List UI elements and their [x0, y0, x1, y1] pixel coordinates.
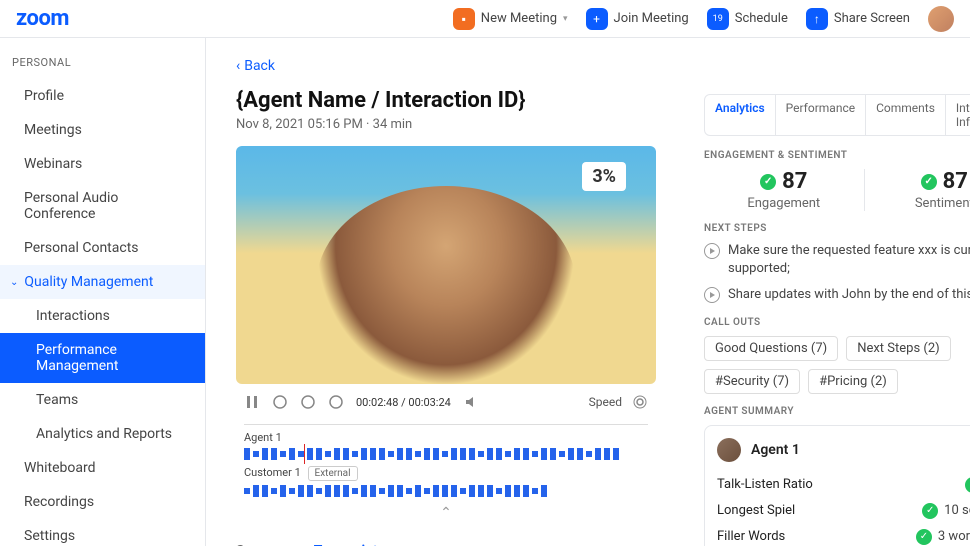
- check-icon: ✓: [921, 174, 937, 190]
- sidebar-item-profile[interactable]: Profile: [0, 79, 205, 113]
- metric-value: 3 words/min: [938, 529, 970, 544]
- check-icon: ✓: [916, 529, 932, 545]
- engagement-score: 87: [782, 169, 807, 194]
- plus-icon: +: [586, 8, 608, 30]
- gear-icon[interactable]: [632, 394, 648, 410]
- check-icon: ✓: [922, 503, 938, 519]
- tab-summary[interactable]: Summary: [236, 533, 296, 546]
- rtab-analytics[interactable]: Analytics: [705, 95, 776, 135]
- sidebar-item-contacts[interactable]: Personal Contacts: [0, 231, 205, 265]
- share-icon: ↑: [806, 8, 828, 30]
- waveform-customer[interactable]: [244, 483, 648, 499]
- metric-label: Longest Spiel: [717, 503, 795, 518]
- sidebar-section-label: PERSONAL: [0, 56, 205, 79]
- rtab-comments[interactable]: Comments: [866, 95, 946, 135]
- user-avatar[interactable]: [928, 6, 954, 32]
- agent-name: Agent 1: [751, 442, 800, 458]
- play-icon: [704, 287, 720, 303]
- agent-summary-header: AGENT SUMMARY: [704, 406, 970, 417]
- collapse-icon[interactable]: ⌃: [236, 501, 656, 525]
- external-badge: External: [308, 466, 358, 481]
- chevron-down-icon: ▾: [563, 14, 568, 24]
- sidebar-item-settings[interactable]: Settings: [0, 519, 205, 546]
- page-title: {Agent Name / Interaction ID}: [236, 88, 656, 113]
- playhead[interactable]: [304, 444, 305, 464]
- callout-tag[interactable]: Good Questions (7): [704, 336, 838, 361]
- sidebar: PERSONAL Profile Meetings Webinars Perso…: [0, 38, 206, 546]
- callouts-header: CALL OUTS: [704, 317, 970, 328]
- rewind-15-icon[interactable]: [272, 394, 288, 410]
- sidebar-item-interactions[interactable]: Interactions: [0, 299, 205, 333]
- callout-tag[interactable]: Next Steps (2): [846, 336, 950, 361]
- video-icon: ▪: [453, 8, 475, 30]
- share-screen-button[interactable]: ↑ Share Screen: [806, 8, 910, 30]
- engagement-header: ENGAGEMENT & SENTIMENT: [704, 150, 970, 161]
- metric-label: Talk-Listen Ratio: [717, 477, 813, 492]
- sidebar-item-analytics-reports[interactable]: Analytics and Reports: [0, 417, 205, 451]
- tab-transcript[interactable]: Transcript: [314, 533, 378, 546]
- sentiment-score: 87: [943, 169, 968, 194]
- metric-label: Filler Words: [717, 529, 785, 544]
- zoom-logo: zoom: [16, 6, 69, 31]
- speed-button[interactable]: Speed: [589, 395, 622, 409]
- next-steps-header: NEXT STEPS: [704, 223, 970, 234]
- sidebar-item-whiteboard[interactable]: Whiteboard: [0, 451, 205, 485]
- track-agent-label: Agent 1: [244, 431, 648, 444]
- track-customer-label: Customer 1 External: [244, 466, 648, 481]
- sidebar-item-meetings[interactable]: Meetings: [0, 113, 205, 147]
- back-button[interactable]: ‹ Back: [236, 58, 940, 74]
- check-icon: ✓: [760, 174, 776, 190]
- loop-icon[interactable]: [328, 394, 344, 410]
- rtab-interaction-info[interactable]: Interaction Info: [946, 95, 970, 135]
- sidebar-item-teams[interactable]: Teams: [0, 383, 205, 417]
- engagement-label: Engagement: [704, 196, 864, 211]
- calendar-icon: 19: [707, 8, 729, 30]
- callout-tag[interactable]: #Pricing (2): [808, 369, 898, 394]
- join-meeting-button[interactable]: + Join Meeting: [586, 8, 689, 30]
- video-player[interactable]: 3%: [236, 146, 656, 384]
- check-icon: ✓: [965, 477, 970, 493]
- pause-icon[interactable]: [244, 394, 260, 410]
- volume-icon[interactable]: [463, 394, 479, 410]
- rtab-performance[interactable]: Performance: [776, 95, 866, 135]
- sentiment-label: Sentiment: [865, 196, 970, 211]
- waveform-agent[interactable]: [244, 446, 648, 462]
- playback-time: 00:02:48 / 00:03:24: [356, 396, 451, 409]
- chevron-left-icon: ‹: [236, 58, 240, 74]
- forward-15-icon[interactable]: [300, 394, 316, 410]
- agent-avatar: [717, 438, 741, 462]
- sidebar-item-quality-mgmt[interactable]: ⌄ Quality Management: [0, 265, 205, 299]
- chevron-down-icon: ⌄: [10, 277, 18, 288]
- next-step-item[interactable]: Share updates with John by the end of th…: [704, 286, 970, 304]
- play-icon: [704, 243, 720, 259]
- metric-value: 10 seconds: [944, 503, 970, 518]
- sidebar-item-performance-mgmt[interactable]: Performance Management: [0, 333, 205, 383]
- sidebar-item-recordings[interactable]: Recordings: [0, 485, 205, 519]
- progress-bar[interactable]: [244, 424, 648, 425]
- agent-summary-card: Agent 1 Talk-Listen Ratio✓57% Longest Sp…: [704, 425, 970, 546]
- sidebar-item-webinars[interactable]: Webinars: [0, 147, 205, 181]
- new-meeting-button[interactable]: ▪ New Meeting ▾: [453, 8, 568, 30]
- next-step-item[interactable]: Make sure the requested feature xxx is c…: [704, 242, 970, 278]
- sidebar-item-audio-conf[interactable]: Personal Audio Conference: [0, 181, 205, 231]
- schedule-button[interactable]: 19 Schedule: [707, 8, 788, 30]
- overlay-badge: 3%: [582, 162, 626, 191]
- recording-meta: Nov 8, 2021 05:16 PM · 34 min: [236, 117, 656, 132]
- callout-tag[interactable]: #Security (7): [704, 369, 800, 394]
